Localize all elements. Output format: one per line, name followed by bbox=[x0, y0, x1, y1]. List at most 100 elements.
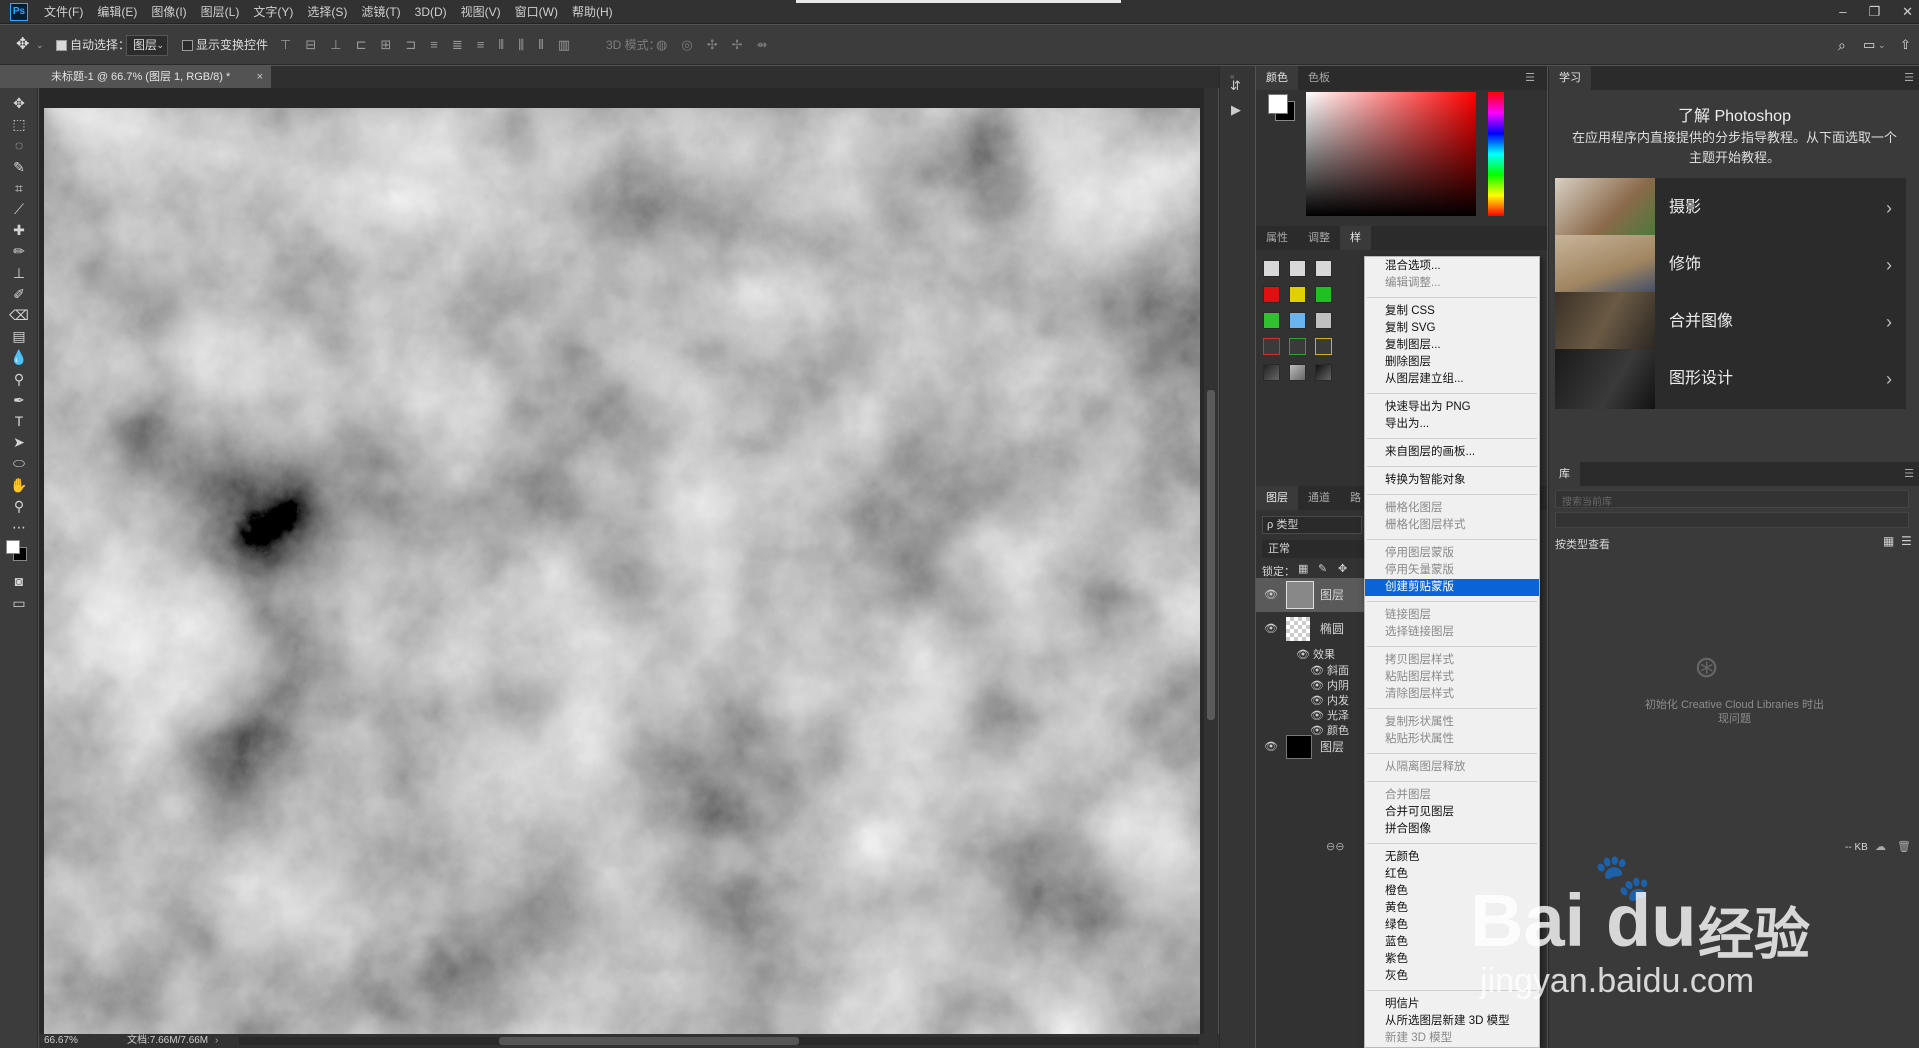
distribute-hcenter-icon[interactable]: ⫼ bbox=[518, 25, 524, 65]
layer-row-background[interactable]: 👁 图层 bbox=[1256, 730, 1366, 764]
workspace-chevron-icon[interactable]: ⌄ bbox=[1878, 25, 1886, 65]
context-menu-item[interactable]: 创建剪贴蒙版 bbox=[1365, 579, 1539, 596]
hue-slider[interactable] bbox=[1488, 92, 1504, 216]
visibility-eye-icon[interactable]: 👁 bbox=[1264, 578, 1278, 612]
learn-card[interactable]: 摄影 › bbox=[1555, 178, 1906, 238]
screen-mode-icon[interactable]: ▭ bbox=[5, 592, 33, 614]
horizontal-scroll-thumb[interactable] bbox=[499, 1037, 799, 1045]
align-top-icon[interactable]: ⊤ bbox=[280, 25, 291, 65]
context-menu-item[interactable]: 来自图层的画板... bbox=[1365, 444, 1539, 461]
menu-item[interactable]: 帮助(H) bbox=[572, 0, 613, 24]
distribute-bottom-icon[interactable]: ≡ bbox=[477, 25, 485, 65]
lock-transparency-icon[interactable]: ▦ bbox=[1298, 562, 1308, 575]
context-menu-item[interactable]: 从所选图层新建 3D 模型 bbox=[1365, 1013, 1539, 1030]
context-menu-item[interactable]: 拼合图像 bbox=[1365, 821, 1539, 838]
context-menu-item[interactable]: 合并可见图层 bbox=[1365, 804, 1539, 821]
context-menu-item[interactable]: 复制图层... bbox=[1365, 337, 1539, 354]
stamp-tool-icon[interactable]: ⊥ bbox=[5, 262, 33, 284]
lock-position-icon[interactable]: ✥ bbox=[1338, 562, 1347, 575]
style-swatch[interactable] bbox=[1263, 286, 1280, 303]
align-left-icon[interactable]: ⊏ bbox=[356, 25, 367, 65]
hand-tool-icon[interactable]: ✋ bbox=[5, 474, 33, 496]
path-select-tool-icon[interactable]: ➤ bbox=[5, 431, 33, 453]
tab-styles[interactable]: 样 bbox=[1340, 226, 1371, 250]
healing-tool-icon[interactable]: ✚ bbox=[5, 219, 33, 241]
color-picker-field[interactable] bbox=[1306, 92, 1476, 216]
quick-mask-icon[interactable]: ◙ bbox=[5, 570, 33, 592]
menu-item[interactable]: 文字(Y) bbox=[253, 0, 293, 24]
play-actions-icon[interactable]: ▶ bbox=[1231, 102, 1241, 118]
learn-card[interactable]: 图形设计 › bbox=[1555, 349, 1906, 409]
context-menu-item[interactable]: 从图层建立组... bbox=[1365, 371, 1539, 388]
style-swatch[interactable] bbox=[1315, 364, 1332, 381]
eyedropper-tool-icon[interactable]: ⟋ bbox=[5, 198, 33, 220]
menu-item[interactable]: 图像(I) bbox=[151, 0, 186, 24]
visibility-eye-icon[interactable]: 👁 bbox=[1264, 730, 1278, 764]
visibility-eye-icon[interactable]: 👁 bbox=[1310, 695, 1324, 707]
share-icon[interactable]: ⇧ bbox=[1900, 25, 1911, 65]
blur-tool-icon[interactable]: 💧 bbox=[5, 346, 33, 368]
brush-tool-icon[interactable]: ✏ bbox=[5, 240, 33, 262]
style-swatch[interactable] bbox=[1289, 312, 1306, 329]
eraser-tool-icon[interactable]: ⌫ bbox=[5, 304, 33, 326]
quick-select-tool-icon[interactable]: ✎ bbox=[5, 156, 33, 178]
visibility-eye-icon[interactable]: 👁 bbox=[1310, 710, 1324, 722]
restore-icon[interactable]: ❐ bbox=[1868, 0, 1880, 24]
auto-align-icon[interactable]: ▥ bbox=[558, 25, 570, 65]
library-select[interactable] bbox=[1555, 512, 1909, 528]
context-menu-item[interactable]: 导出为... bbox=[1365, 416, 1539, 433]
effect-item[interactable]: 👁 光泽 bbox=[1310, 707, 1349, 722]
zoom-level[interactable]: 66.67% bbox=[44, 1034, 78, 1048]
move-tool-icon[interactable]: ✥ bbox=[5, 92, 33, 114]
context-menu-item[interactable]: 复制 CSS bbox=[1365, 303, 1539, 320]
history-brush-tool-icon[interactable]: ✐ bbox=[5, 283, 33, 305]
style-swatch[interactable] bbox=[1289, 260, 1306, 277]
vertical-scroll-thumb[interactable] bbox=[1207, 390, 1215, 720]
panel-menu-icon[interactable]: ☰ bbox=[1515, 66, 1545, 90]
tab-layers[interactable]: 图层 bbox=[1256, 486, 1298, 510]
context-menu-item[interactable]: 删除图层 bbox=[1365, 354, 1539, 371]
horizontal-scrollbar[interactable] bbox=[239, 1037, 1199, 1045]
auto-select-target-dropdown[interactable]: 图层 ⌄ bbox=[126, 35, 168, 56]
tab-adjustments[interactable]: 调整 bbox=[1298, 226, 1340, 250]
layer-row-ellipse[interactable]: 👁 椭圆 bbox=[1256, 612, 1366, 646]
context-menu-item[interactable]: 复制 SVG bbox=[1365, 320, 1539, 337]
style-swatch[interactable] bbox=[1289, 364, 1306, 381]
dodge-tool-icon[interactable]: ⚲ bbox=[5, 368, 33, 390]
distribute-top-icon[interactable]: ≡ bbox=[430, 25, 438, 65]
orbit-3d-icon[interactable]: ◍ bbox=[656, 25, 667, 65]
panel-menu-icon[interactable]: ☰ bbox=[1904, 462, 1914, 486]
list-view-icon[interactable]: ☰ bbox=[1901, 534, 1912, 548]
library-search-field[interactable]: 搜索当前库 bbox=[1555, 490, 1909, 508]
style-swatch[interactable] bbox=[1263, 364, 1280, 381]
drag-3d-icon[interactable]: ✣ bbox=[707, 25, 718, 65]
menu-item[interactable]: 文件(F) bbox=[44, 0, 83, 24]
effect-item[interactable]: 👁 内发 bbox=[1310, 692, 1349, 707]
more-tools-icon[interactable]: ⋯ bbox=[5, 516, 33, 538]
cloud-sync-icon[interactable]: ☁ bbox=[1875, 840, 1886, 853]
shape-tool-icon[interactable]: ⬭ bbox=[5, 452, 33, 474]
menu-item[interactable]: 视图(V) bbox=[461, 0, 501, 24]
visibility-eye-icon[interactable]: 👁 bbox=[1296, 649, 1310, 661]
align-bottom-icon[interactable]: ⊥ bbox=[330, 25, 341, 65]
context-menu-item[interactable]: 转换为智能对象 bbox=[1365, 472, 1539, 489]
scale-3d-icon[interactable]: ⇴ bbox=[757, 25, 768, 65]
menu-item[interactable]: 3D(D) bbox=[415, 0, 447, 24]
distribute-left-icon[interactable]: ⦀ bbox=[498, 25, 504, 65]
layer-row-clouds[interactable]: 👁 图层 bbox=[1256, 578, 1366, 612]
style-swatch[interactable] bbox=[1315, 338, 1332, 355]
blend-mode-dropdown[interactable]: 正常 bbox=[1262, 540, 1372, 558]
distribute-right-icon[interactable]: ⦀ bbox=[538, 25, 544, 65]
style-swatch[interactable] bbox=[1289, 338, 1306, 355]
context-menu-item[interactable]: 混合选项... bbox=[1365, 258, 1539, 275]
context-menu-item[interactable]: 快速导出为 PNG bbox=[1365, 399, 1539, 416]
align-right-icon[interactable]: ⊐ bbox=[405, 25, 416, 65]
document-tab[interactable]: 未标题-1 @ 66.7% (图层 1, RGB/8) * × bbox=[39, 66, 271, 88]
visibility-eye-icon[interactable]: 👁 bbox=[1310, 665, 1324, 677]
close-window-icon[interactable]: ✕ bbox=[1902, 0, 1913, 24]
type-tool-icon[interactable]: T bbox=[5, 410, 33, 432]
visibility-eye-icon[interactable]: 👁 bbox=[1310, 680, 1324, 692]
menu-item[interactable]: 图层(L) bbox=[201, 0, 240, 24]
close-tab-icon[interactable]: × bbox=[257, 66, 263, 88]
menu-item[interactable]: 编辑(E) bbox=[97, 0, 137, 24]
